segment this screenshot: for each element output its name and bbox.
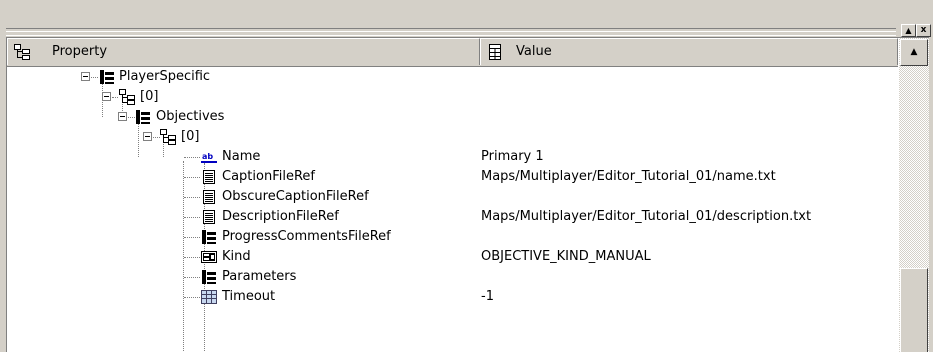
folder-list-icon (136, 110, 150, 124)
tree-row-name: Kind (222, 249, 251, 264)
value-column-label: Value (516, 44, 552, 59)
property-column-header[interactable]: Property (7, 38, 480, 65)
property-grid: Property Value ▲ PlayerSpecific [0] Obje… (6, 37, 929, 352)
scroll-thumb[interactable] (900, 268, 928, 352)
string-ab-icon: ab (201, 152, 217, 163)
collapse-toggle[interactable] (102, 92, 111, 101)
tree-row-value[interactable]: -1 (481, 288, 494, 306)
tree-row-name: ObscureCaptionFileRef (222, 189, 369, 204)
tree-row-value[interactable]: OBJECTIVE_KIND_MANUAL (481, 248, 651, 266)
tree-row-name: DescriptionFileRef (222, 209, 339, 224)
scroll-up-small-button[interactable]: ▲ (901, 24, 916, 37)
tree-row-name: [0] (181, 129, 200, 144)
svg-text:ab: ab (202, 152, 213, 161)
file-ref-icon (203, 190, 215, 204)
tree-row-captionfileref[interactable]: CaptionFileRef Maps/Multiplayer/Editor_T… (7, 167, 898, 187)
file-ref-icon (203, 210, 215, 224)
property-tree-icon (14, 44, 30, 60)
tree-row-array-item[interactable]: [0] (7, 87, 898, 107)
tree-row-kind[interactable]: Kind OBJECTIVE_KIND_MANUAL (7, 247, 898, 267)
tree-row-name-property[interactable]: ab Name Primary 1 (7, 147, 898, 167)
splitter-bar[interactable] (6, 28, 896, 36)
tree-row-name: CaptionFileRef (222, 169, 315, 184)
tree-row-playerspecific[interactable]: PlayerSpecific (7, 67, 898, 87)
folder-list-icon (202, 230, 216, 244)
toolbar-strip: ▲ x (0, 0, 933, 40)
folder-list-icon (202, 270, 216, 284)
collapse-toggle[interactable] (81, 72, 90, 81)
tree-row-name: Name (222, 149, 261, 164)
enum-icon (201, 251, 217, 263)
tree-row-value[interactable]: Maps/Multiplayer/Editor_Tutorial_01/name… (481, 168, 776, 186)
collapse-toggle[interactable] (118, 112, 127, 121)
tree-row-obscurecaptionfileref[interactable]: ObscureCaptionFileRef (7, 187, 898, 207)
number-icon (201, 290, 217, 304)
property-column-label: Property (52, 44, 108, 59)
array-item-icon (160, 129, 176, 145)
tree-row-name: [0] (140, 89, 159, 104)
close-button[interactable]: x (916, 24, 931, 37)
tree-row-name: Objectives (156, 109, 225, 124)
tree-row-value[interactable]: Maps/Multiplayer/Editor_Tutorial_01/desc… (481, 208, 811, 226)
tree-row-name: PlayerSpecific (119, 69, 211, 84)
array-item-icon (119, 89, 135, 105)
tree-row-array-item[interactable]: [0] (7, 127, 898, 147)
tree-row-name: Parameters (222, 269, 297, 284)
tree-row-timeout[interactable]: Timeout -1 (7, 287, 898, 307)
tree-row-value[interactable]: Primary 1 (481, 148, 544, 166)
vertical-scrollbar[interactable]: ▲ (899, 38, 929, 352)
tree-row-name: ProgressCommentsFileRef (222, 229, 391, 244)
grid-header: Property Value (7, 38, 898, 67)
property-tree: PlayerSpecific [0] Objectives [0] ab Nam… (7, 67, 898, 352)
value-table-icon (489, 44, 501, 60)
folder-list-icon (100, 70, 114, 84)
tree-row-objectives[interactable]: Objectives (7, 107, 898, 127)
value-column-header[interactable]: Value (480, 38, 898, 65)
file-ref-icon (203, 170, 215, 184)
tree-row-descriptionfileref[interactable]: DescriptionFileRef Maps/Multiplayer/Edit… (7, 207, 898, 227)
scroll-up-button[interactable]: ▲ (900, 39, 928, 66)
tree-row-name: Timeout (222, 289, 276, 304)
tree-row-progresscommentsfileref[interactable]: ProgressCommentsFileRef (7, 227, 898, 247)
tree-row-parameters[interactable]: Parameters (7, 267, 898, 287)
collapse-toggle[interactable] (143, 132, 152, 141)
